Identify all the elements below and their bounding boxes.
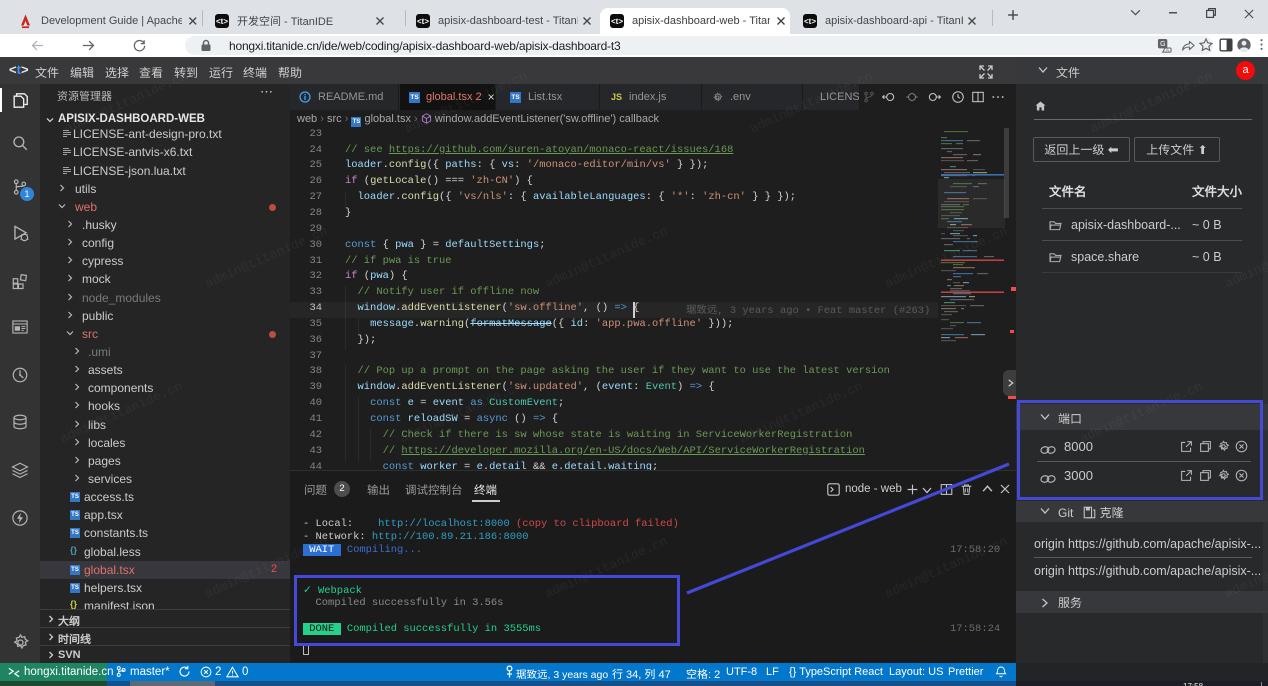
svg-text:G: G xyxy=(1160,41,1165,48)
